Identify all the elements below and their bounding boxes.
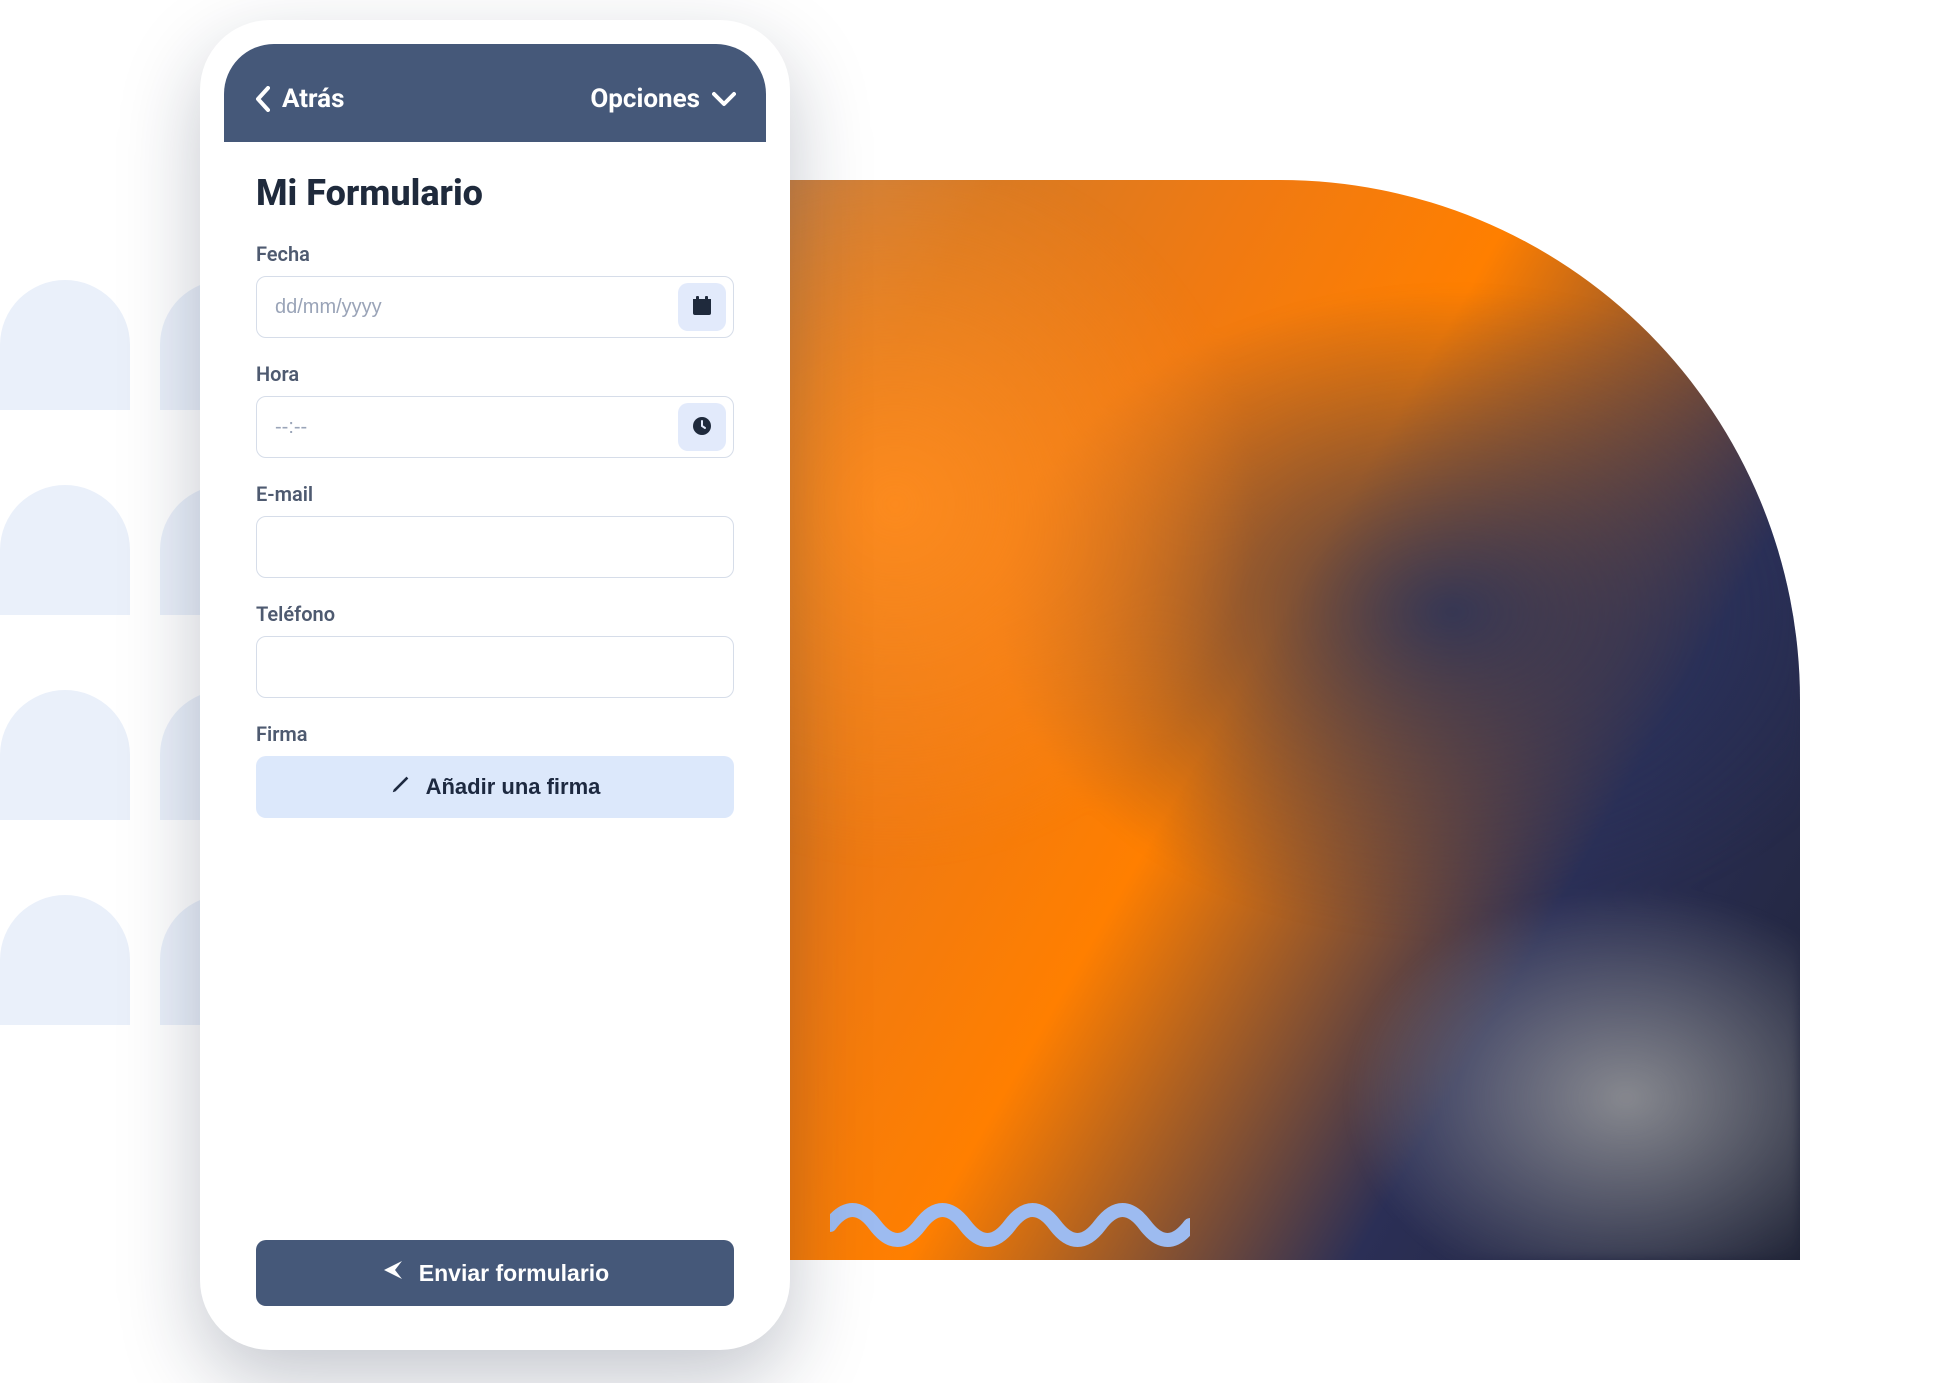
send-icon [381, 1258, 405, 1288]
add-signature-button[interactable]: Añadir una firma [256, 756, 734, 818]
email-input[interactable] [256, 516, 734, 578]
options-label: Opciones [590, 84, 700, 114]
time-input[interactable] [256, 396, 734, 458]
phone-label: Teléfono [256, 602, 734, 626]
date-label: Fecha [256, 242, 734, 266]
form-title: Mi Formulario [256, 172, 734, 214]
field-date: Fecha [256, 242, 734, 338]
back-label: Atrás [282, 84, 344, 114]
field-time: Hora [256, 362, 734, 458]
decorative-wave [830, 1195, 1190, 1255]
clock-icon [690, 414, 714, 441]
calendar-icon [690, 294, 714, 321]
submit-button[interactable]: Enviar formulario [256, 1240, 734, 1306]
decorative-arch [0, 485, 130, 615]
chevron-left-icon [254, 86, 270, 112]
options-button[interactable]: Opciones [590, 84, 736, 114]
time-label: Hora [256, 362, 734, 386]
signature-label: Firma [256, 722, 734, 746]
pencil-icon [390, 773, 412, 801]
submit-label: Enviar formulario [419, 1260, 609, 1287]
phone-input[interactable] [256, 636, 734, 698]
hero-photo [640, 180, 1800, 1260]
field-signature: Firma Añadir una firma [256, 722, 734, 818]
email-label: E-mail [256, 482, 734, 506]
signature-button-label: Añadir una firma [426, 774, 601, 800]
app-screen: Atrás Opciones Mi Formulario Fecha [224, 44, 766, 1326]
date-input[interactable] [256, 276, 734, 338]
date-picker-button[interactable] [678, 283, 726, 331]
time-picker-button[interactable] [678, 403, 726, 451]
form-body: Mi Formulario Fecha Hora [224, 142, 766, 1326]
decorative-arch [0, 280, 130, 410]
field-phone: Teléfono [256, 602, 734, 698]
chevron-down-icon [712, 91, 736, 107]
back-button[interactable]: Atrás [254, 84, 344, 114]
decorative-arch [0, 690, 130, 820]
field-email: E-mail [256, 482, 734, 578]
app-header: Atrás Opciones [224, 44, 766, 142]
phone-mockup: Atrás Opciones Mi Formulario Fecha [200, 20, 790, 1350]
decorative-arch [0, 895, 130, 1025]
